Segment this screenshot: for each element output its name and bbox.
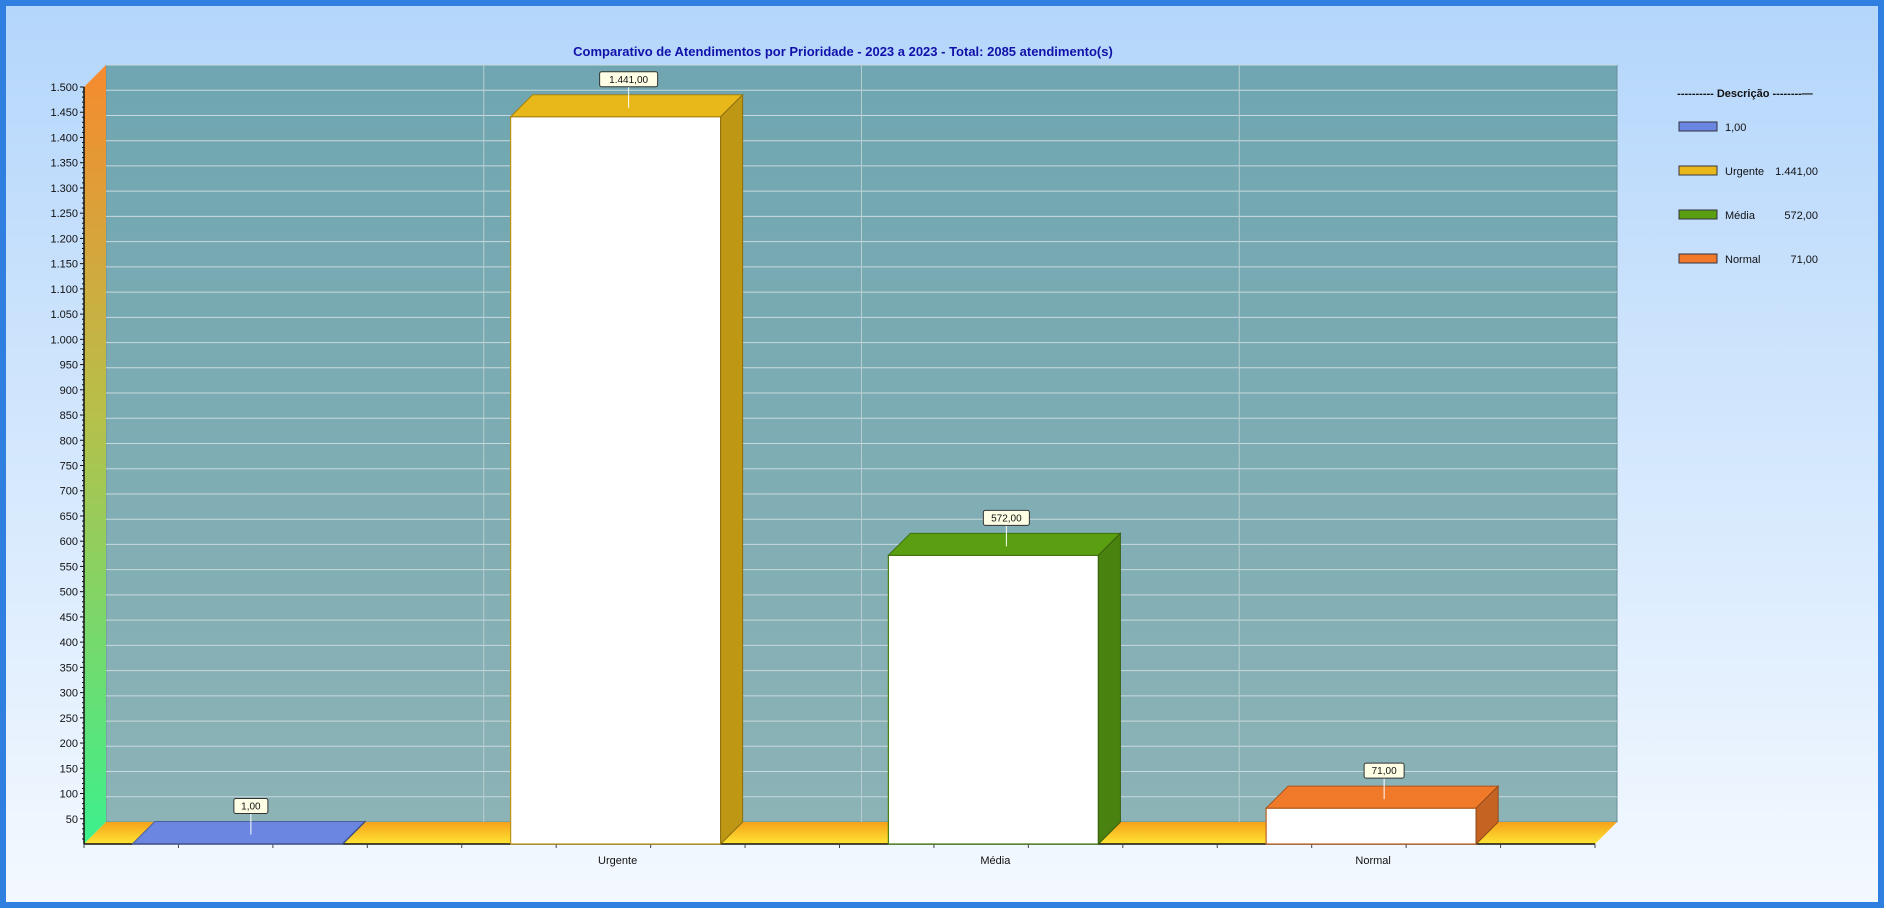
bar-side — [720, 93, 744, 846]
y-tick-label: 1.350 — [50, 158, 78, 170]
y-tick-label: 1.050 — [50, 309, 78, 321]
y-tick-label: 1.150 — [50, 259, 78, 271]
bar-média — [887, 532, 1122, 846]
x-tick-label: Normal — [1355, 855, 1390, 867]
y-tick-label: 1.100 — [50, 284, 78, 296]
legend-swatch — [1678, 165, 1718, 176]
y-tick-label: 500 — [60, 587, 78, 599]
bar-top — [1264, 785, 1500, 809]
data-label: 572,00 — [991, 513, 1022, 524]
legend-value: 572,00 — [1784, 210, 1818, 222]
bar-side — [1097, 532, 1121, 846]
y-tick-label: 700 — [60, 486, 78, 498]
bar-front — [887, 554, 1099, 845]
y-tick-label: 1.450 — [50, 107, 78, 119]
y-tick-label: 200 — [60, 738, 78, 750]
legend-label: Média — [1725, 210, 1756, 222]
y-tick-label: 1.200 — [50, 233, 78, 245]
legend-swatch — [1678, 209, 1718, 220]
y-tick-label: 250 — [60, 713, 78, 725]
y-tick-label: 650 — [60, 511, 78, 523]
legend-value: 71,00 — [1790, 254, 1818, 266]
chart-title: Comparativo de Atendimentos por Priorida… — [573, 44, 1113, 59]
x-tick-label: Urgente — [598, 855, 637, 867]
y-tick-label: 100 — [60, 789, 78, 801]
legend-value: 1.441,00 — [1775, 166, 1818, 178]
y-tick-label: 1.250 — [50, 208, 78, 220]
plot-area: 50 100 150 200 250 300 350 400 450 500 550 600 650 70… — [50, 64, 1618, 867]
bar-blank — [131, 820, 367, 846]
y-tick-label: 400 — [60, 637, 78, 649]
y-tick-label: 350 — [60, 662, 78, 674]
bar-normal — [1264, 784, 1500, 846]
y-tick-label: 800 — [60, 435, 78, 447]
legend-label: Urgente — [1725, 166, 1764, 178]
legend-swatch — [1678, 253, 1718, 264]
x-tick-label: Média — [980, 855, 1011, 867]
data-label: 1.441,00 — [609, 75, 648, 86]
y-tick-label: 950 — [60, 360, 78, 372]
bar-top — [509, 94, 744, 118]
y-tick-label: 300 — [60, 688, 78, 700]
bar-front — [1265, 807, 1477, 845]
y-tick-label: 900 — [60, 385, 78, 397]
bar-top — [131, 820, 367, 844]
y-tick-label: 750 — [60, 461, 78, 473]
y-tick-label: 1.000 — [50, 334, 78, 346]
legend-swatch — [1678, 121, 1718, 132]
legend-label: 1,00 — [1725, 122, 1746, 134]
y-tick-label: 1.400 — [50, 132, 78, 144]
y-tick-label: 50 — [66, 814, 78, 826]
legend-label: Normal — [1725, 254, 1760, 266]
y-tick-label: 850 — [60, 410, 78, 422]
y-tick-label: 1.500 — [50, 82, 78, 94]
legend-title: ---------- Descrição --------— — [1677, 88, 1813, 100]
y-tick-label: 550 — [60, 561, 78, 573]
chart-frame: Comparativo de Atendimentos por Priorida… — [0, 0, 1884, 908]
y-tick-label: 1.300 — [50, 183, 78, 195]
data-label: 71,00 — [1372, 766, 1397, 777]
y-tick-label: 600 — [60, 536, 78, 548]
left-wall — [84, 65, 106, 844]
data-label: 1,00 — [241, 801, 261, 812]
bar-top — [887, 532, 1122, 556]
bar-urgente — [509, 93, 744, 846]
y-tick-label: 450 — [60, 612, 78, 624]
y-tick-label: 150 — [60, 763, 78, 775]
bar-front — [510, 116, 722, 845]
